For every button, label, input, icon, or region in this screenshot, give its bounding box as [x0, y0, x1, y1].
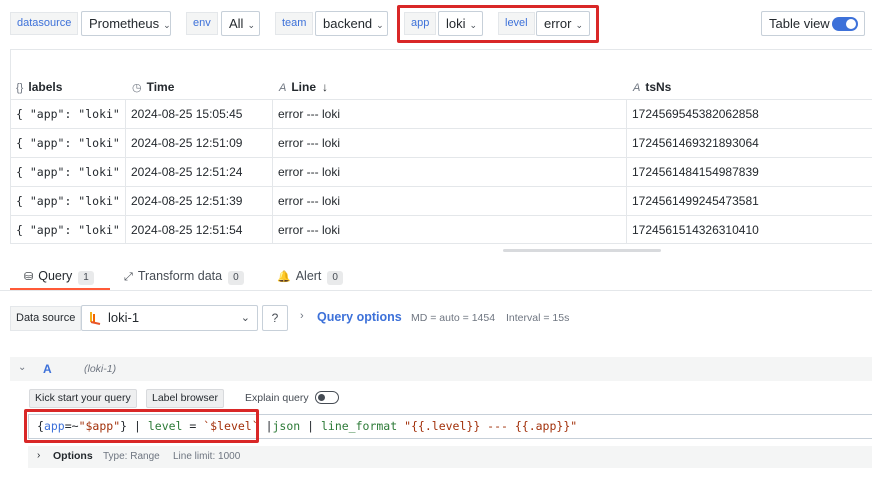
cell-labels: { "app": "loki" }	[11, 100, 126, 128]
cell-tsns: 1724561484154987839	[632, 165, 759, 179]
cell-time: 2024-08-25 12:51:24	[126, 158, 273, 186]
tab-alert[interactable]: 🔔 Alert 0	[277, 266, 343, 286]
cell-time: 2024-08-25 15:05:45	[126, 100, 273, 128]
query-options-toggle[interactable]: Query options	[317, 310, 402, 324]
horizontal-scrollbar[interactable]	[503, 249, 661, 252]
chevron-down-icon[interactable]: ⌄	[18, 362, 26, 373]
cell-line: error --- loki	[273, 158, 627, 186]
query-options-md: MD = auto = 1454	[411, 312, 496, 324]
highlight-annotation-variables	[397, 5, 599, 43]
tab-count-badge: 0	[228, 271, 244, 285]
column-label: Line	[291, 80, 317, 94]
token-pipe: |	[258, 419, 273, 433]
column-label: Time	[146, 80, 175, 94]
datasource-picker-value: loki-1	[108, 310, 140, 325]
var-label-team: team	[275, 12, 314, 35]
cell-labels: { "app": "loki" }	[11, 129, 126, 157]
table-row[interactable]: { "app": "loki" } 2024-08-25 12:51:24 er…	[11, 157, 872, 186]
cell-line: error --- loki	[273, 100, 627, 128]
var-value: backend	[323, 16, 373, 31]
table-view-label: Table view	[769, 16, 830, 31]
cell-time: 2024-08-25 12:51:39	[126, 187, 273, 215]
cell-line: error --- loki	[273, 187, 627, 215]
cell-line: error --- loki	[273, 216, 627, 244]
toggle-switch[interactable]	[832, 17, 858, 31]
column-header-line[interactable]: A Line ↓	[279, 75, 328, 99]
label-browser-button[interactable]: Label browser	[146, 389, 224, 408]
logs-table: {} labels ◷ Time A Line ↓ AtsNs { "app": "lo…	[10, 49, 872, 244]
cell-tsns: 1724561469321893064	[632, 136, 759, 150]
explain-query-toggle[interactable]	[315, 391, 339, 404]
cell-labels: { "app": "loki" }	[11, 187, 126, 215]
var-value: Prometheus	[89, 16, 160, 31]
tabs-divider	[0, 290, 872, 291]
sort-desc-icon: ↓	[322, 80, 329, 94]
var-select-team[interactable]: backend ⌄	[315, 11, 388, 36]
tab-query[interactable]: ⛁ Query 1	[24, 266, 94, 286]
options-type: Type: Range	[103, 451, 160, 462]
clock-icon: ◷	[132, 82, 142, 94]
table-row[interactable]: { "app": "loki" } 2024-08-25 12:51:54 er…	[11, 215, 872, 244]
bell-icon: 🔔	[277, 271, 291, 283]
tab-label: Query	[38, 269, 73, 283]
tab-count-badge: 0	[327, 271, 343, 285]
help-icon: ?	[271, 311, 279, 325]
cell-tsns: 1724561499245473581	[632, 194, 759, 208]
transform-icon: ⤢	[124, 271, 133, 283]
loki-logo-icon	[90, 312, 101, 325]
kick-start-query-button[interactable]: Kick start your query	[29, 389, 137, 408]
var-label-env: env	[186, 12, 218, 35]
column-label: tsNs	[645, 80, 672, 94]
chevron-right-icon[interactable]: ›	[37, 450, 40, 461]
cell-tsns: 1724569545382062858	[632, 107, 759, 121]
chevron-down-icon: ⌄	[240, 312, 250, 324]
chevron-down-icon: ⌄	[376, 20, 384, 30]
text-icon: A	[279, 82, 287, 94]
token-parser: json	[272, 419, 301, 433]
table-row[interactable]: { "app": "loki" } 2024-08-25 15:05:45 er…	[11, 99, 872, 128]
chevron-right-icon[interactable]: ›	[300, 310, 304, 322]
cell-tsns: 1724561514326310410	[632, 223, 759, 237]
var-value: All	[229, 16, 244, 31]
var-select-datasource[interactable]: Prometheus ⌄	[81, 11, 171, 36]
table-view-toggle[interactable]: Table view	[761, 11, 865, 36]
column-label: labels	[28, 80, 63, 94]
tab-count-badge: 1	[78, 271, 94, 285]
query-datasource-name: (loki-1)	[84, 363, 117, 375]
chevron-down-icon: ⌄	[163, 20, 171, 30]
tab-label: Transform data	[137, 269, 223, 283]
token-function: line_format	[320, 419, 398, 433]
tab-transform-data[interactable]: ⤢ Transform data 0	[124, 266, 244, 286]
cell-labels: { "app": "loki" }	[11, 158, 126, 186]
table-row[interactable]: { "app": "loki" } 2024-08-25 12:51:09 er…	[11, 128, 872, 157]
datasource-label: Data source	[10, 306, 82, 331]
braces-icon: {}	[16, 82, 24, 94]
datasource-picker[interactable]: loki-1 ⌄	[81, 305, 258, 331]
chevron-down-icon: ⌄	[247, 20, 255, 30]
var-label-datasource: datasource	[10, 12, 79, 35]
database-icon: ⛁	[24, 271, 34, 283]
query-row-header[interactable]: ⌄ A (loki-1)	[10, 357, 872, 381]
query-name[interactable]: A	[43, 362, 52, 376]
options-line-limit: Line limit: 1000	[173, 451, 241, 462]
explain-query-label: Explain query	[245, 392, 309, 404]
var-select-env[interactable]: All ⌄	[221, 11, 260, 36]
column-header-time[interactable]: ◷ Time	[132, 75, 174, 99]
table-row[interactable]: { "app": "loki" } 2024-08-25 12:51:39 er…	[11, 186, 872, 215]
query-options-row[interactable]: › Options Type: Range Line limit: 1000	[28, 446, 872, 468]
cell-time: 2024-08-25 12:51:09	[126, 129, 273, 157]
options-label[interactable]: Options	[53, 450, 93, 462]
cell-time: 2024-08-25 12:51:54	[126, 216, 273, 244]
datasource-help-button[interactable]: ?	[262, 305, 288, 331]
highlight-annotation-query	[24, 409, 259, 443]
tab-label: Alert	[295, 269, 322, 283]
cell-labels: { "app": "loki" }	[11, 216, 126, 244]
column-header-labels[interactable]: {} labels	[16, 75, 62, 99]
token-pipe: |	[300, 419, 321, 433]
token-string: "{{.level}} --- {{.app}}"	[397, 419, 578, 433]
cell-line: error --- loki	[273, 129, 627, 157]
text-icon: A	[633, 82, 641, 94]
query-options-interval: Interval = 15s	[506, 312, 570, 324]
column-header-tsns[interactable]: AtsNs	[633, 75, 671, 99]
